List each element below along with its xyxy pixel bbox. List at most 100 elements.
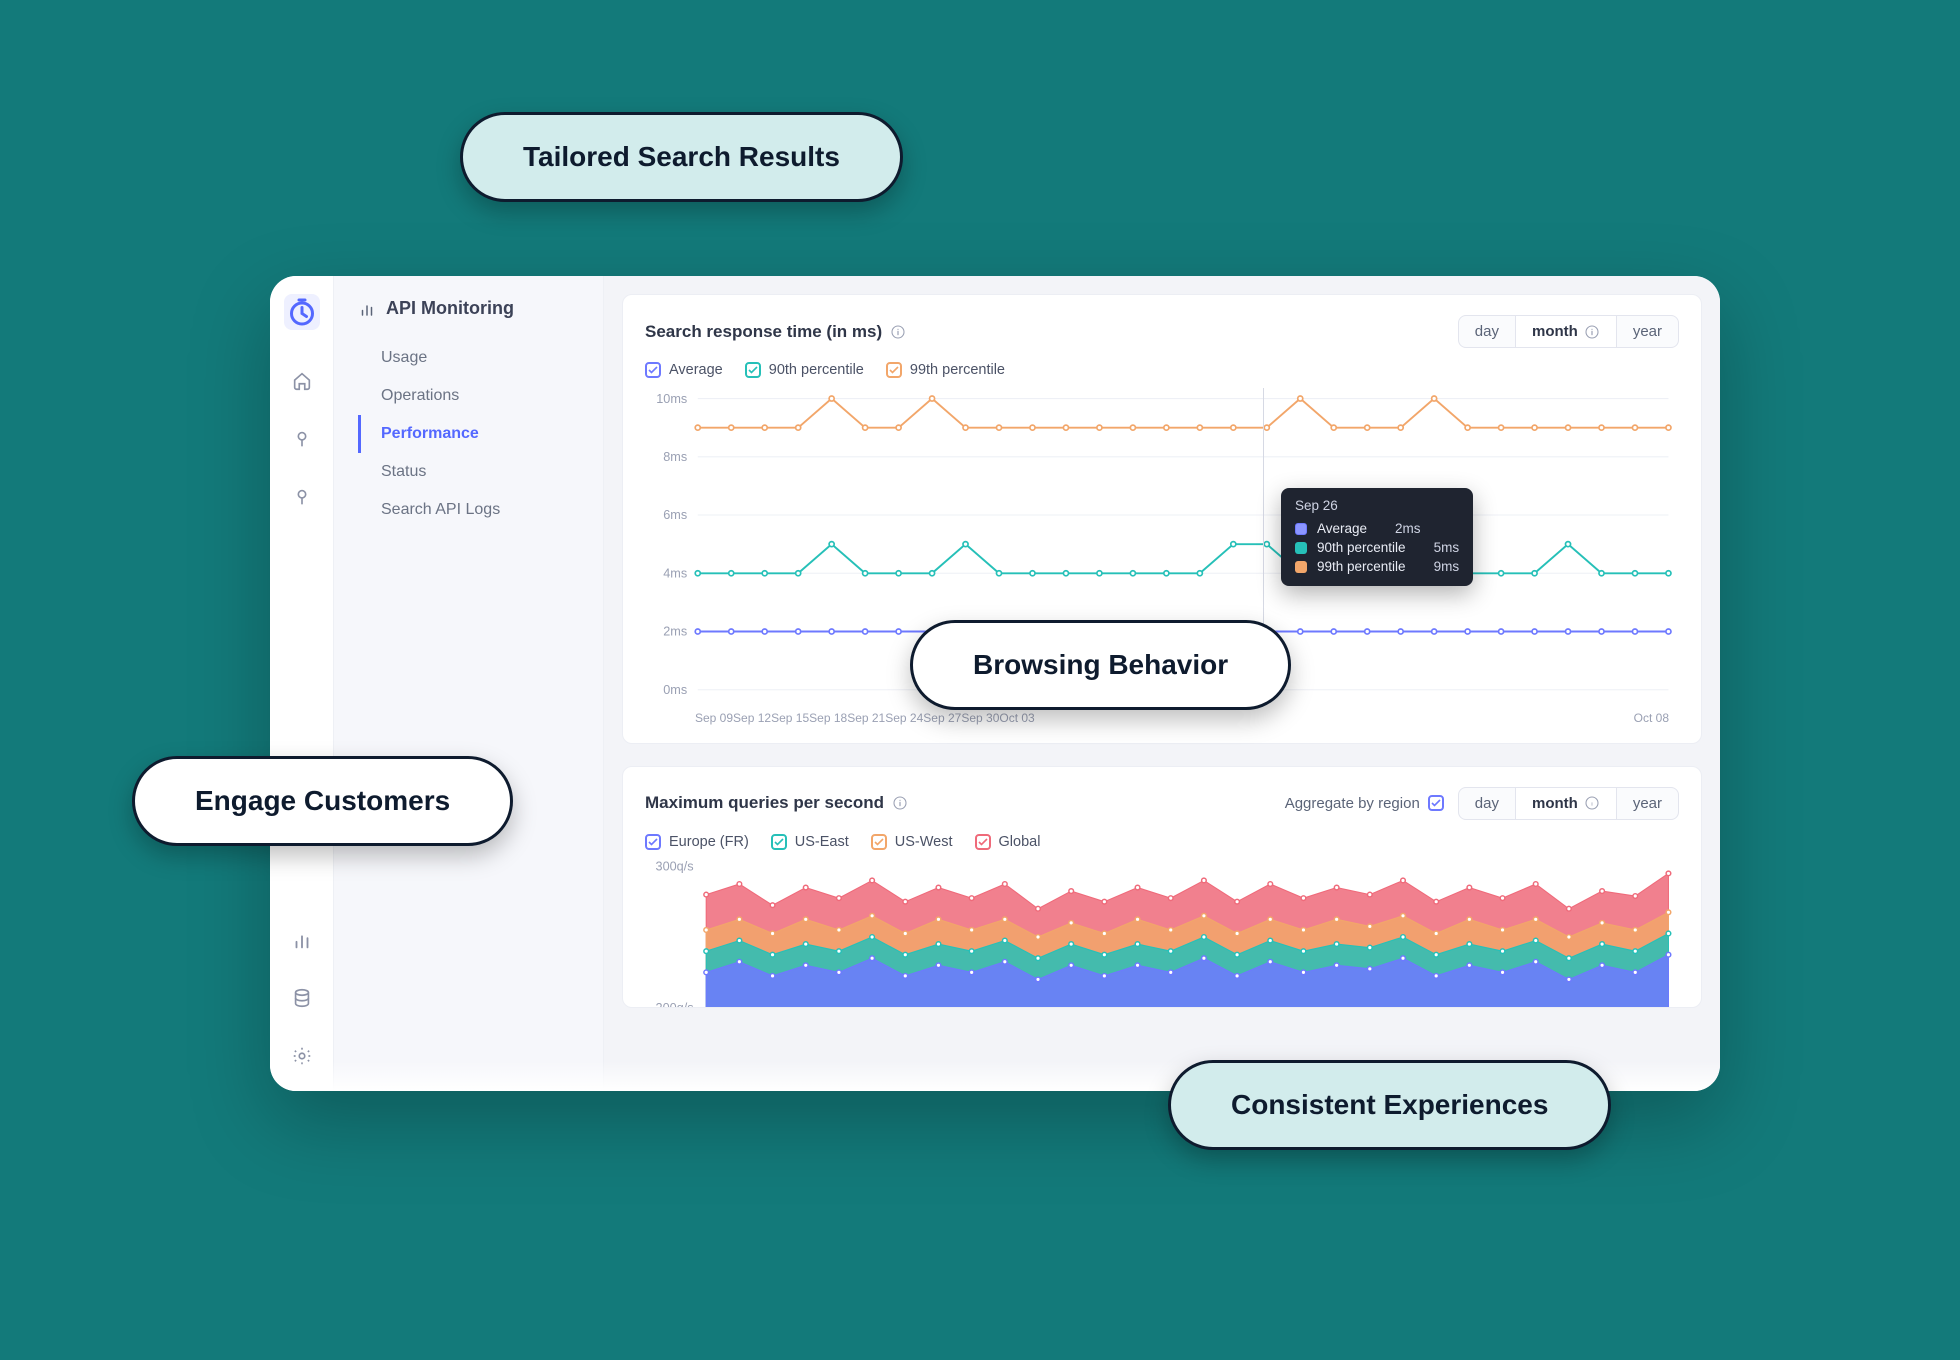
swatch-icon [1295,523,1307,535]
card-title: Maximum queries per second [645,793,908,813]
tooltip-value: 9ms [1434,559,1460,574]
qps-card: Maximum queries per second Aggregate by … [622,766,1702,1009]
tooltip-row: Average 2ms [1295,519,1459,538]
legend-label: Europe (FR) [669,834,749,850]
sidebar-item-status[interactable]: Status [358,453,603,491]
legend-item[interactable]: 99th percentile [886,362,1005,378]
card-title: Search response time (in ms) [645,322,906,342]
svg-text:6ms: 6ms [663,508,687,522]
aggregate-toggle[interactable]: Aggregate by region [1285,795,1444,812]
checkbox-icon [745,362,761,378]
legend: Average 90th percentile 99th percentile [645,362,1679,378]
sidebar-item-performance[interactable]: Performance [358,415,603,453]
card-title-text: Maximum queries per second [645,793,884,813]
info-icon [1584,324,1600,340]
sidebar-item-operations[interactable]: Operations [358,377,603,415]
x-tick: Sep 30 [961,711,999,725]
legend-item[interactable]: 90th percentile [745,362,864,378]
time-range-segmented: day month year [1458,787,1679,820]
legend-item[interactable]: US-West [871,834,953,850]
sidebar-title: API Monitoring [334,298,603,339]
tooltip-row: 99th percentile 9ms [1295,557,1459,576]
callout-pill: Browsing Behavior [910,620,1291,710]
tooltip-label: 99th percentile [1317,559,1406,574]
svg-text:2ms: 2ms [663,625,687,639]
sidebar-item-usage[interactable]: Usage [358,339,603,377]
info-icon[interactable] [890,324,906,340]
info-icon[interactable] [892,795,908,811]
checkbox-icon [871,834,887,850]
x-tick: Sep 18 [809,711,847,725]
x-tick: Sep 24 [885,711,923,725]
callout-label: Engage Customers [195,785,450,816]
card-header-right: day month year [1458,315,1679,348]
legend-item[interactable]: Europe (FR) [645,834,749,850]
tooltip-label: Average [1317,521,1367,536]
app-logo[interactable] [284,294,320,330]
sidebar-items: Usage Operations Performance Status Sear… [334,339,603,529]
pin-icon[interactable] [291,428,313,450]
gear-icon[interactable] [291,1045,313,1067]
checkbox-icon [886,362,902,378]
database-icon[interactable] [291,987,313,1009]
time-range-segmented: day month year [1458,315,1679,348]
range-month[interactable]: month [1515,788,1617,819]
range-month-label: month [1532,795,1578,812]
sidebar-title-text: API Monitoring [386,298,514,319]
swatch-icon [1295,542,1307,554]
range-month[interactable]: month [1515,316,1617,347]
range-day[interactable]: day [1459,316,1515,347]
x-tick: Sep 15 [771,711,809,725]
svg-text:4ms: 4ms [663,566,687,580]
x-tick: Sep 12 [733,711,771,725]
range-year[interactable]: year [1617,788,1678,819]
bar-chart-icon[interactable] [291,929,313,951]
legend-item[interactable]: Average [645,362,723,378]
home-icon[interactable] [291,370,313,392]
legend-label: Average [669,362,723,378]
legend-label: US-West [895,834,953,850]
icon-rail [270,276,334,1091]
aggregate-label: Aggregate by region [1285,795,1420,812]
qps-chart[interactable]: 300q/s 200q/s [645,860,1679,1008]
x-tick: Oct 08 [1634,711,1669,725]
tooltip-label: 90th percentile [1317,540,1406,555]
tooltip-value: 2ms [1395,521,1421,536]
checkbox-icon [771,834,787,850]
checkbox-icon [1428,795,1444,811]
card-header: Search response time (in ms) day month y… [645,315,1679,348]
legend: Europe (FR) US-East US-West Global [645,834,1679,850]
checkbox-icon [645,834,661,850]
svg-text:300q/s: 300q/s [656,860,694,874]
tooltip-date: Sep 26 [1295,498,1459,513]
sidebar-item-search-api-logs[interactable]: Search API Logs [358,491,603,529]
bar-chart-icon [358,300,376,318]
x-tick: Sep 21 [847,711,885,725]
legend-item[interactable]: US-East [771,834,849,850]
sidebar: API Monitoring Usage Operations Performa… [334,276,604,1091]
range-day[interactable]: day [1459,788,1515,819]
svg-text:10ms: 10ms [656,392,687,406]
legend-label: 90th percentile [769,362,864,378]
info-icon [1584,795,1600,811]
legend-label: 99th percentile [910,362,1005,378]
svg-text:8ms: 8ms [663,450,687,464]
chart-tooltip: Sep 26 Average 2ms 90th percentile 5ms 99t… [1281,488,1473,586]
range-year[interactable]: year [1617,316,1678,347]
callout-pill: Engage Customers [132,756,513,846]
legend-label: Global [999,834,1041,850]
tooltip-value: 5ms [1434,540,1460,555]
legend-label: US-East [795,834,849,850]
callout-pill: Consistent Experiences [1168,1060,1611,1150]
card-title-text: Search response time (in ms) [645,322,882,342]
legend-item[interactable]: Global [975,834,1041,850]
range-month-label: month [1532,323,1578,340]
card-header-right: Aggregate by region day month year [1285,787,1679,820]
callout-pill: Tailored Search Results [460,112,903,202]
pin-icon[interactable] [291,486,313,508]
tooltip-row: 90th percentile 5ms [1295,538,1459,557]
x-tick: Oct 03 [999,711,1034,725]
svg-text:200q/s: 200q/s [656,1000,694,1007]
checkbox-icon [645,362,661,378]
swatch-icon [1295,561,1307,573]
